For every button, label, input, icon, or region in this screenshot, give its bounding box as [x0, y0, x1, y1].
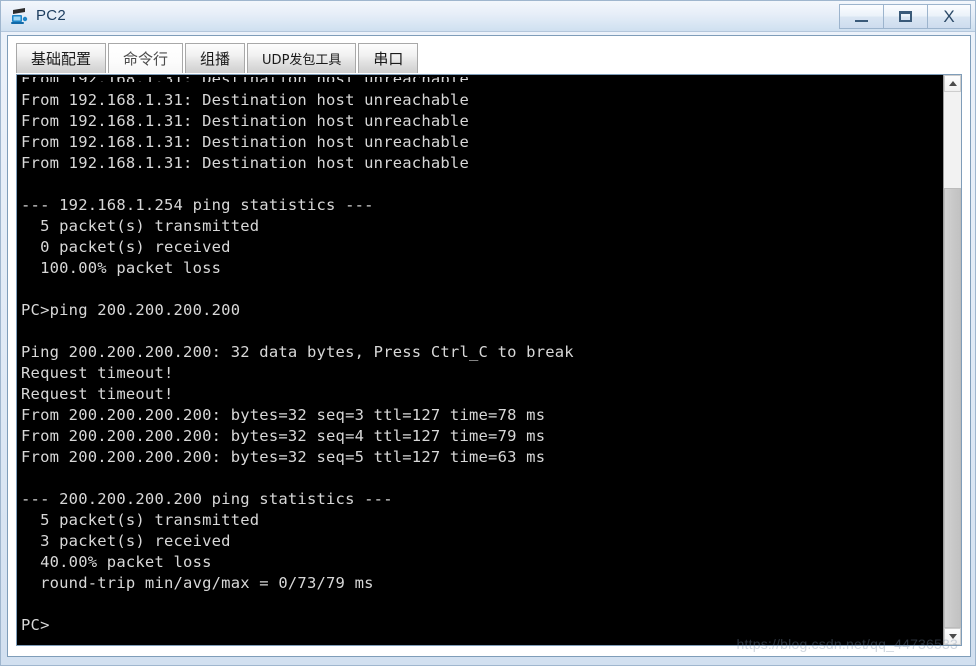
tab-3[interactable]: UDP发包工具	[247, 43, 357, 73]
scroll-up-arrow-icon	[948, 81, 957, 86]
terminal-line: From 200.200.200.200: bytes=32 seq=3 ttl…	[21, 406, 546, 424]
window-title: PC2	[36, 7, 67, 24]
scroll-up-button[interactable]	[944, 75, 961, 92]
content-panel: 基础配置 命令行 组播 UDP发包工具 串口 From 192.168.1.31: De…	[7, 35, 971, 657]
terminal-line: round-trip min/avg/max = 0/73/79 ms	[21, 574, 374, 592]
terminal-line: 5 packet(s) transmitted	[21, 511, 260, 529]
terminal-line: 100.00% packet loss	[21, 259, 222, 277]
terminal-line: PC>	[21, 616, 50, 634]
maximize-button[interactable]	[883, 4, 927, 29]
terminal-line: 3 packet(s) received	[21, 532, 231, 550]
tab-2[interactable]: 组播	[185, 43, 246, 73]
terminal-line: Request timeout!	[21, 364, 174, 382]
terminal-line: From 192.168.1.31: Destination host unre…	[21, 154, 469, 172]
minimize-icon	[855, 19, 868, 22]
terminal-line: From 192.168.1.31: Destination host unre…	[21, 77, 943, 82]
terminal-line: From 200.200.200.200: bytes=32 seq=4 ttl…	[21, 427, 546, 445]
terminal-line: From 192.168.1.31: Destination host unre…	[21, 133, 469, 151]
terminal-line: Ping 200.200.200.200: 32 data bytes, Pre…	[21, 343, 574, 361]
tab-label: 基础配置	[31, 50, 92, 68]
terminal-scrollbar[interactable]	[943, 75, 961, 645]
close-icon: X	[943, 7, 955, 26]
tab-strip: 基础配置 命令行 组播 UDP发包工具 串口	[8, 36, 970, 74]
minimize-button[interactable]	[839, 4, 883, 29]
tab-4[interactable]: 串口	[358, 43, 419, 73]
scrollbar-track[interactable]	[944, 92, 961, 628]
terminal-line: Request timeout!	[21, 385, 174, 403]
window-controls: X	[839, 4, 971, 29]
tab-label: UDP发包工具	[262, 53, 342, 68]
tab-1[interactable]: 命令行	[108, 43, 184, 73]
terminal-line: 40.00% packet loss	[21, 553, 212, 571]
tab-label: 串口	[373, 50, 404, 68]
pc2-window: PC2 X 基础配置 命令行 组播 UDP发包工具 串口 From 192.168.1.…	[0, 0, 976, 666]
maximize-icon	[899, 11, 912, 22]
tab-label: 命令行	[123, 50, 169, 68]
terminal-line-clipped-holder: From 192.168.1.31: Destination host unre…	[21, 77, 943, 90]
title-bar: PC2 X	[1, 1, 975, 32]
terminal-line: From 192.168.1.31: Destination host unre…	[21, 112, 469, 130]
terminal-output[interactable]: From 192.168.1.31: Destination host unre…	[17, 75, 943, 645]
tab-0[interactable]: 基础配置	[16, 43, 107, 73]
close-button[interactable]: X	[927, 4, 971, 29]
terminal-area: From 192.168.1.31: Destination host unre…	[16, 74, 962, 646]
scroll-down-arrow-icon	[948, 634, 957, 639]
terminal-line: 5 packet(s) transmitted	[21, 217, 260, 235]
terminal-line: 0 packet(s) received	[21, 238, 231, 256]
terminal-line: --- 200.200.200.200 ping statistics ---	[21, 490, 393, 508]
terminal-line: --- 192.168.1.254 ping statistics ---	[21, 196, 374, 214]
terminal-line: From 192.168.1.31: Destination host unre…	[21, 91, 469, 109]
title-bar-left: PC2	[1, 1, 66, 31]
terminal-line: PC>ping 200.200.200.200	[21, 301, 241, 319]
terminal-line: From 200.200.200.200: bytes=32 seq=5 ttl…	[21, 448, 546, 466]
pc-device-icon	[9, 6, 29, 26]
scrollbar-thumb[interactable]	[944, 188, 961, 628]
scroll-down-button[interactable]	[944, 628, 961, 645]
tab-label: 组播	[200, 50, 231, 68]
